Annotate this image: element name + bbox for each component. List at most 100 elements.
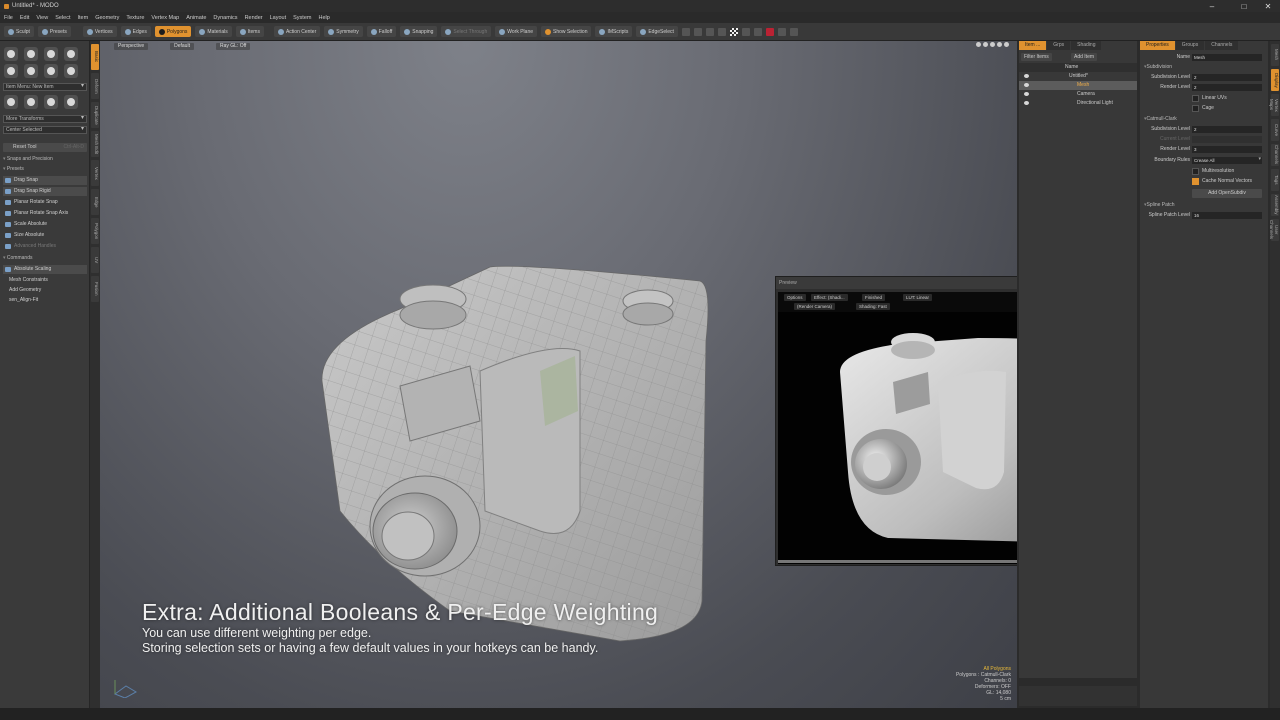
center-selected-dropdown[interactable]: Center Selected <box>3 126 87 134</box>
vtab-display[interactable]: Display <box>1271 69 1279 91</box>
presets-section[interactable]: Presets <box>3 166 24 172</box>
preset-item[interactable]: Planar Rotate Snap <box>3 198 87 207</box>
boundary-rules-dropdown[interactable]: Crease All <box>1192 156 1262 164</box>
sphere-tool-icon[interactable] <box>24 47 38 61</box>
menu-animate[interactable]: Animate <box>186 15 206 21</box>
symmetry-button[interactable]: Symmetry <box>324 26 363 37</box>
sphere-icon[interactable] <box>741 27 750 36</box>
vtab-curve[interactable]: Curve <box>1271 119 1279 141</box>
cc-render-level-field[interactable]: 3 <box>1192 146 1262 153</box>
linear-uvs-checkbox[interactable] <box>1192 95 1199 102</box>
spline-patch-section[interactable]: Spline Patch <box>1140 201 1268 210</box>
record-icon[interactable] <box>765 27 774 36</box>
vtab-vertex[interactable]: Vertex <box>91 160 99 186</box>
render-level-field[interactable]: 2 <box>1192 84 1262 91</box>
vertices-mode-button[interactable]: Vertices <box>82 26 117 37</box>
preview-options-button[interactable]: Options <box>784 294 806 301</box>
cylinder-tool-icon[interactable] <box>44 47 58 61</box>
maximize-icon[interactable] <box>997 42 1002 47</box>
pen-tool-icon[interactable] <box>44 64 58 78</box>
item-tree-row[interactable]: Directional Light <box>1019 99 1137 108</box>
menu-vertex-map[interactable]: Vertex Map <box>151 15 179 21</box>
visibility-eye-icon[interactable] <box>1024 101 1029 105</box>
items-mode-button[interactable]: Items <box>235 26 264 37</box>
close-icon[interactable]: ✕ <box>1256 0 1280 12</box>
materials-mode-button[interactable]: Materials <box>195 26 232 37</box>
vtab-polygon[interactable]: Polygon <box>91 218 99 244</box>
work-plane-button[interactable]: Work Plane <box>495 26 538 37</box>
scale-tool-icon[interactable] <box>44 95 58 109</box>
shading-mode-button[interactable]: Default <box>170 42 194 50</box>
item-tree-row[interactable]: Mesh <box>1019 81 1137 90</box>
menu-layout[interactable]: Layout <box>270 15 287 21</box>
show-selection-button[interactable]: Show Selection <box>541 26 592 37</box>
maximize-icon[interactable]: □ <box>1232 0 1256 12</box>
cube-tool-icon[interactable] <box>4 47 18 61</box>
tab-grps[interactable]: Grps <box>1047 41 1071 50</box>
action-center-button[interactable]: Action Center <box>273 26 321 37</box>
vtab-duplicate[interactable]: Duplicate <box>91 102 99 128</box>
checker-icon[interactable] <box>729 27 738 36</box>
grid-icon[interactable] <box>717 27 726 36</box>
falloff-button[interactable]: Falloff <box>366 26 397 37</box>
cage-checkbox[interactable] <box>1192 105 1199 112</box>
vertex-icon[interactable] <box>693 27 702 36</box>
sculpt-button[interactable]: Sculpt <box>4 26 34 37</box>
snaps-precision-section[interactable]: Snaps and Precision <box>3 156 53 162</box>
mesh-constraints-item[interactable]: Mesh Constraints <box>3 276 87 285</box>
menu-help[interactable]: Help <box>318 15 329 21</box>
menu-texture[interactable]: Texture <box>126 15 144 21</box>
rotate-tool-icon[interactable] <box>24 95 38 109</box>
settings-icon[interactable] <box>681 27 690 36</box>
vtab-basic[interactable]: Basic <box>91 44 99 70</box>
menu-item[interactable]: Item <box>77 15 88 21</box>
menu-geometry[interactable]: Geometry <box>95 15 119 21</box>
more-transforms-dropdown[interactable]: More Transforms <box>3 115 87 123</box>
add-opensubdiv-button[interactable]: Add OpenSubdiv <box>1192 189 1262 198</box>
text-tool-icon[interactable] <box>64 64 78 78</box>
reset-tool-button[interactable]: Reset Tool Ctrl-Alt-D <box>3 143 87 152</box>
add-item-dropdown[interactable]: Add Item <box>1071 53 1098 61</box>
menu-dynamics[interactable]: Dynamics <box>213 15 237 21</box>
item-menu-dropdown[interactable]: Item Menu: New Item <box>3 83 87 91</box>
rotate-icon[interactable] <box>983 42 988 47</box>
edges-mode-button[interactable]: Edges <box>120 26 151 37</box>
preset-item[interactable]: Planar Rotate Snap Axis <box>3 209 87 218</box>
menu-file[interactable]: File <box>4 15 13 21</box>
gear-icon[interactable] <box>1004 42 1009 47</box>
snapping-button[interactable]: Snapping <box>400 26 438 37</box>
tab-channels[interactable]: Channels <box>1205 41 1239 50</box>
menu-edit[interactable]: Edit <box>20 15 29 21</box>
gear-icon[interactable] <box>789 27 798 36</box>
tab-shading[interactable]: Shading <box>1071 41 1102 50</box>
vtab-user-channels[interactable]: User Channels <box>1269 219 1279 241</box>
preview-effect-dropdown[interactable]: Effect: (Shadi... <box>811 294 848 301</box>
menu-system[interactable]: System <box>293 15 311 21</box>
visibility-eye-icon[interactable] <box>1024 83 1029 87</box>
edgeselect-button[interactable]: EdgeSelect <box>636 26 678 37</box>
spline-patch-level-field[interactable]: 16 <box>1192 212 1262 219</box>
preset-item[interactable]: Scale Absolute <box>3 220 87 229</box>
vtab-mesh-edit[interactable]: Mesh Edit <box>91 131 99 157</box>
polygons-mode-button[interactable]: Polygons <box>154 26 192 37</box>
tab-item[interactable]: Item ... <box>1019 41 1047 50</box>
preview-lut-dropdown[interactable]: LUT: Linear <box>903 294 933 301</box>
vtab-assembly[interactable]: Assembly <box>1271 194 1279 216</box>
visibility-eye-icon[interactable] <box>1024 74 1029 78</box>
vtab-mesh[interactable]: Mesh <box>1271 44 1279 66</box>
preset-item[interactable]: Size Absolute <box>3 231 87 240</box>
select-through-button[interactable]: Select Through <box>441 26 492 37</box>
vtab-uv[interactable]: UV <box>91 247 99 273</box>
presets-button[interactable]: Presets <box>37 26 71 37</box>
preset-item[interactable]: Drag Snap <box>3 176 87 185</box>
tab-properties[interactable]: Properties <box>1140 41 1175 50</box>
minimize-icon[interactable]: – <box>1200 0 1224 12</box>
transform-tool-icon[interactable] <box>64 95 78 109</box>
vtab-deform[interactable]: Deform <box>91 73 99 99</box>
vtab-tags[interactable]: Tags <box>1271 169 1279 191</box>
filter-items-dropdown[interactable]: Filter Items <box>1021 53 1052 61</box>
name-field[interactable]: Mesh <box>1192 54 1262 61</box>
cone-tool-icon[interactable] <box>64 47 78 61</box>
move-tool-icon[interactable] <box>4 95 18 109</box>
name-column-header[interactable]: Name <box>1065 63 1078 72</box>
